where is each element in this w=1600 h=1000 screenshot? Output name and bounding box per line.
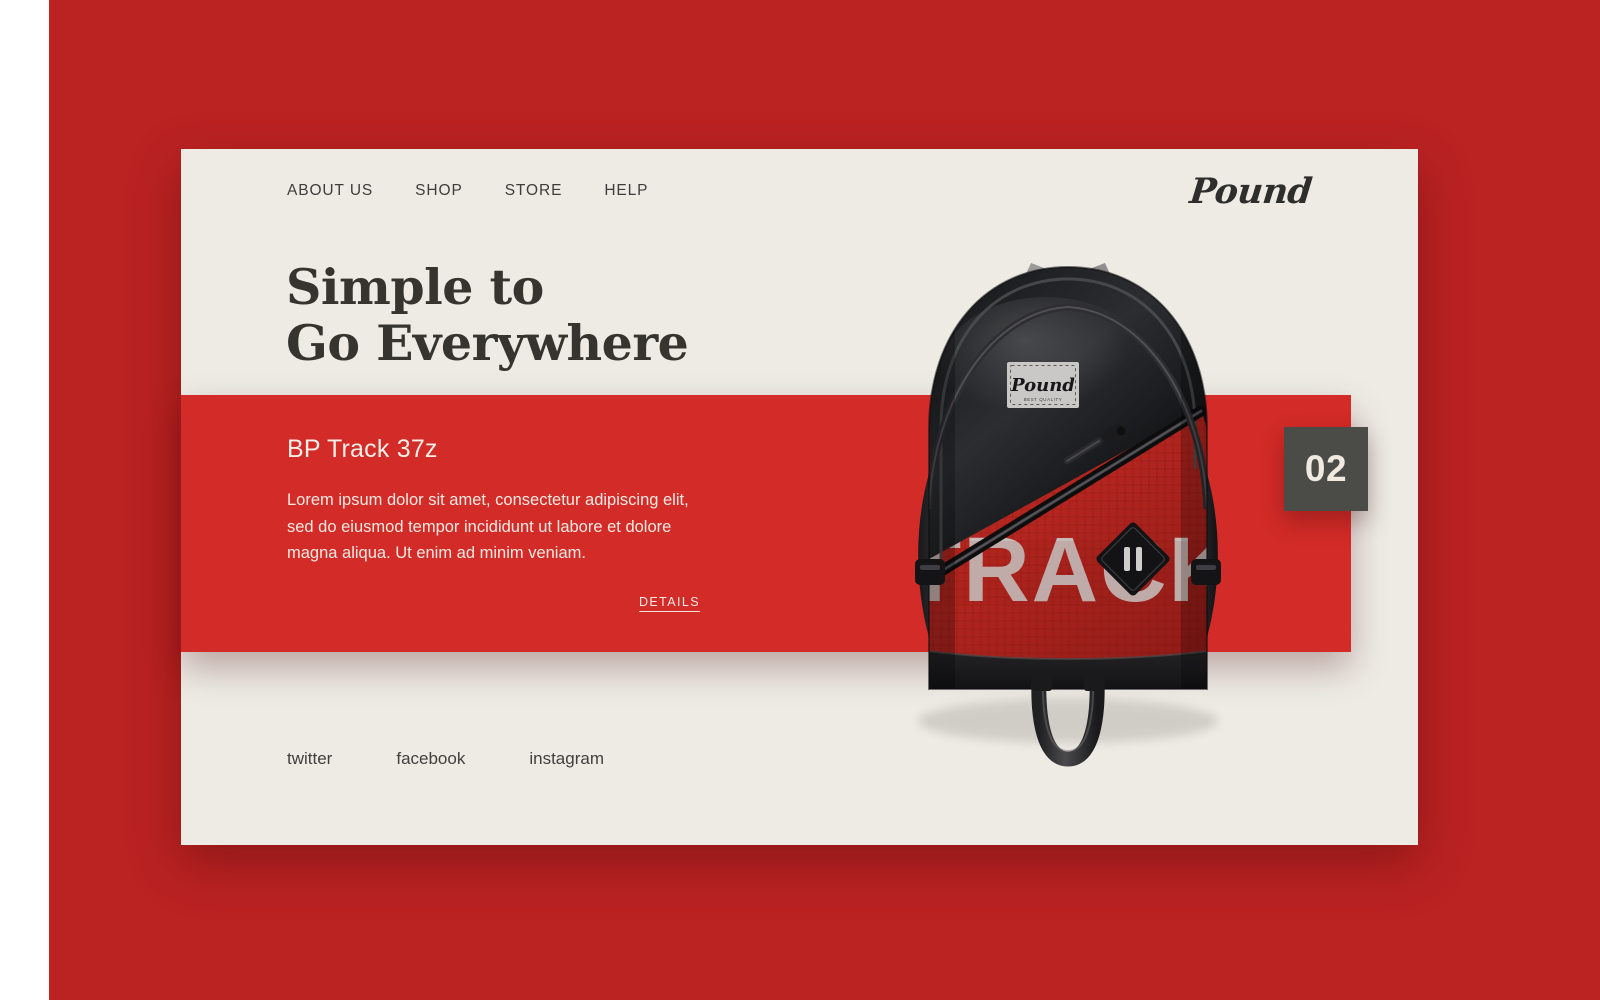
strap-tab-left <box>1021 263 1057 299</box>
nav-item-store[interactable]: STORE <box>505 182 563 200</box>
details-link[interactable]: DETAILS <box>639 595 700 612</box>
social-link-facebook[interactable]: facebook <box>396 749 465 769</box>
brand-patch-text: Pound <box>1010 375 1075 396</box>
brand-logo[interactable]: Pound <box>1188 171 1314 212</box>
product-title: BP Track 37z <box>287 435 438 463</box>
strap-tab-right <box>1079 263 1115 299</box>
nav-item-about-us[interactable]: ABOUT US <box>287 182 373 200</box>
nav-item-shop[interactable]: SHOP <box>415 182 463 200</box>
page-title: Simple to Go Everywhere <box>286 258 689 372</box>
hero-card: ABOUT US SHOP STORE HELP Pound Simple to… <box>181 149 1418 845</box>
nav-item-help[interactable]: HELP <box>604 182 648 200</box>
product-description: Lorem ipsum dolor sit amet, consectetur … <box>287 491 689 562</box>
page-background: ABOUT US SHOP STORE HELP Pound Simple to… <box>49 0 1600 1000</box>
slide-number-badge[interactable]: 02 <box>1284 427 1368 511</box>
slide-number-label: 02 <box>1304 448 1348 489</box>
base-panel <box>929 651 1207 689</box>
bottom-loop-handle <box>1031 673 1105 767</box>
social-link-twitter[interactable]: twitter <box>287 749 332 769</box>
product-band: BP Track 37z Lorem ipsum dolor sit amet,… <box>181 395 1351 652</box>
social-links: twitter facebook instagram <box>287 749 604 769</box>
main-navigation: ABOUT US SHOP STORE HELP <box>287 182 648 200</box>
social-link-instagram[interactable]: instagram <box>529 749 604 769</box>
